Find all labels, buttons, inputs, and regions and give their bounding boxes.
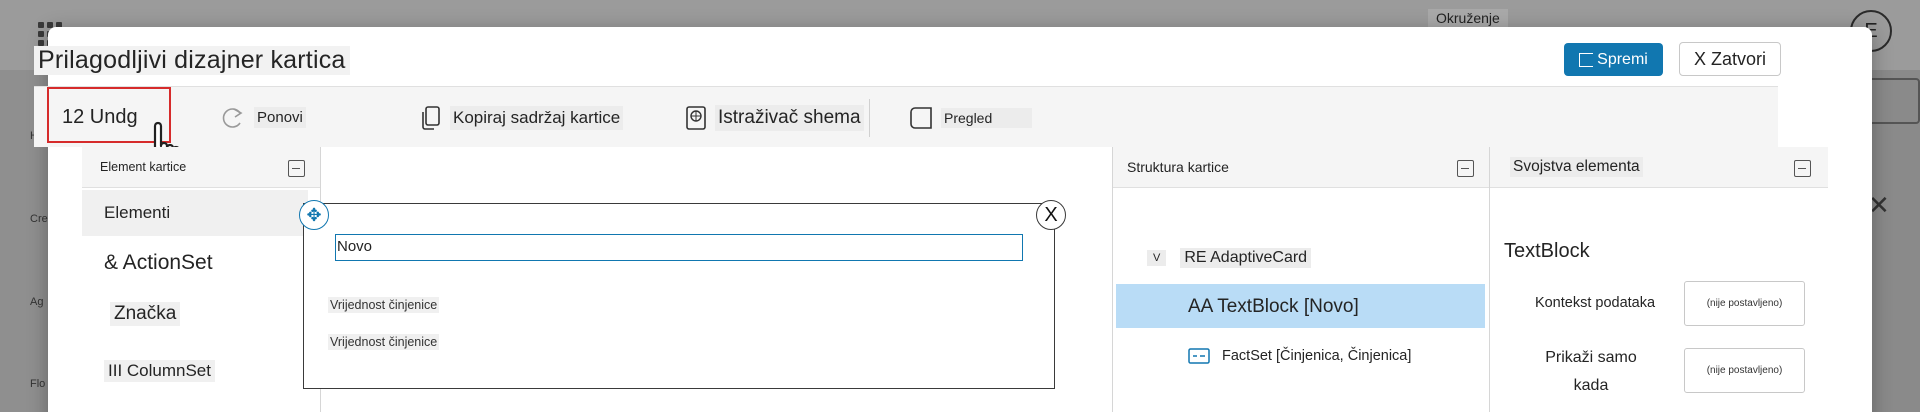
element-columnset[interactable]: III ColumnSet bbox=[82, 347, 308, 395]
undo-button[interactable]: 12 Undg bbox=[62, 87, 138, 148]
property-label: Prikaži samo kada bbox=[1545, 349, 1637, 394]
designer-toolbar: 12 Undg Ponovi Kopiraj sadržaj kartice I… bbox=[34, 86, 1778, 147]
copy-label: Kopiraj sadržaj kartice bbox=[450, 105, 624, 130]
environment-label: Okruženje bbox=[1428, 9, 1508, 27]
tree-node-label: AA TextBlock [Novo] bbox=[1188, 296, 1359, 317]
save-icon bbox=[1579, 52, 1594, 67]
adaptive-card-preview[interactable] bbox=[303, 203, 1055, 389]
preview-label: Pregled bbox=[941, 107, 1033, 128]
nav-label-agents: Ag bbox=[30, 296, 44, 308]
properties-collapse-icon[interactable] bbox=[1794, 160, 1811, 177]
element-category-elementi[interactable]: Elementi bbox=[82, 190, 308, 236]
elements-collapse-icon[interactable] bbox=[288, 160, 305, 177]
element-badge[interactable]: Značka bbox=[82, 290, 308, 338]
dialog-title: Prilagodljivi dizajner kartica bbox=[34, 46, 350, 75]
factset-icon bbox=[1188, 348, 1210, 364]
tree-node-label: RE AdaptiveCard bbox=[1180, 248, 1312, 268]
element-label: & ActionSet bbox=[104, 251, 213, 274]
textblock-element[interactable]: Novo bbox=[335, 234, 1023, 261]
redo-button[interactable]: Ponovi bbox=[220, 87, 306, 148]
save-button[interactable]: Spremi bbox=[1564, 43, 1663, 76]
element-label: Elementi bbox=[104, 203, 171, 222]
redo-label: Ponovi bbox=[254, 107, 306, 128]
copy-icon bbox=[422, 105, 440, 130]
element-actionset[interactable]: & ActionSet bbox=[82, 239, 308, 287]
data-context-field[interactable]: (nije postavljeno) bbox=[1684, 281, 1805, 326]
nav-label-flows: Flo bbox=[30, 378, 46, 390]
fact-value[interactable]: Vrijednost činjenice bbox=[328, 334, 440, 350]
toolbar-divider bbox=[869, 99, 870, 137]
elements-panel: Element kartice Elementi & ActionSet Zna… bbox=[82, 147, 320, 412]
undo-label: 12 Undg bbox=[62, 106, 138, 128]
move-icon[interactable]: ✥ bbox=[299, 200, 329, 230]
selected-element-type: TextBlock bbox=[1504, 240, 1590, 262]
schema-icon bbox=[686, 105, 706, 130]
card-structure-panel: Struktura kartice bbox=[1113, 147, 1489, 412]
tree-node-label: FactSet [Činjenica, Činjenica] bbox=[1222, 348, 1412, 364]
show-when-field[interactable]: (nije postavljeno) bbox=[1684, 348, 1805, 393]
close-button[interactable]: X Zatvori bbox=[1679, 42, 1781, 76]
tree-node-adaptivecard[interactable]: V RE AdaptiveCard bbox=[1147, 244, 1312, 272]
elements-panel-title: Element kartice bbox=[100, 160, 187, 174]
nav-label-create: Cre bbox=[30, 213, 48, 225]
element-label: III ColumnSet bbox=[104, 360, 215, 382]
elements-panel-header: Element kartice bbox=[82, 147, 320, 188]
structure-collapse-icon[interactable] bbox=[1457, 160, 1474, 177]
background-right-box bbox=[1868, 78, 1920, 124]
copy-card-button[interactable]: Kopiraj sadržaj kartice bbox=[420, 87, 624, 148]
redo-icon bbox=[222, 107, 243, 128]
schema-explorer-button[interactable]: Istraživač shema bbox=[685, 87, 864, 148]
schema-label: Istraživač shema bbox=[715, 104, 864, 131]
structure-panel-title: Struktura kartice bbox=[1127, 159, 1229, 175]
element-label: Značka bbox=[110, 302, 181, 326]
preview-icon bbox=[910, 106, 932, 129]
property-label: Kontekst podataka bbox=[1534, 295, 1656, 311]
preview-button[interactable]: Pregled bbox=[909, 87, 1033, 148]
properties-panel-header: Svojstva elementa bbox=[1490, 147, 1828, 188]
fact-value[interactable]: Vrijednost činjenice bbox=[328, 297, 440, 313]
tree-node-textblock[interactable]: AA TextBlock [Novo] bbox=[1188, 292, 1359, 322]
properties-panel-title: Svojstva elementa bbox=[1510, 157, 1643, 177]
structure-panel-header: Struktura kartice bbox=[1113, 147, 1489, 188]
expand-toggle-icon[interactable]: V bbox=[1147, 250, 1167, 266]
save-label: Spremi bbox=[1597, 50, 1648, 68]
tree-node-factset[interactable]: FactSet [Činjenica, Činjenica] bbox=[1188, 344, 1411, 368]
delete-element-button[interactable]: X bbox=[1036, 200, 1066, 230]
